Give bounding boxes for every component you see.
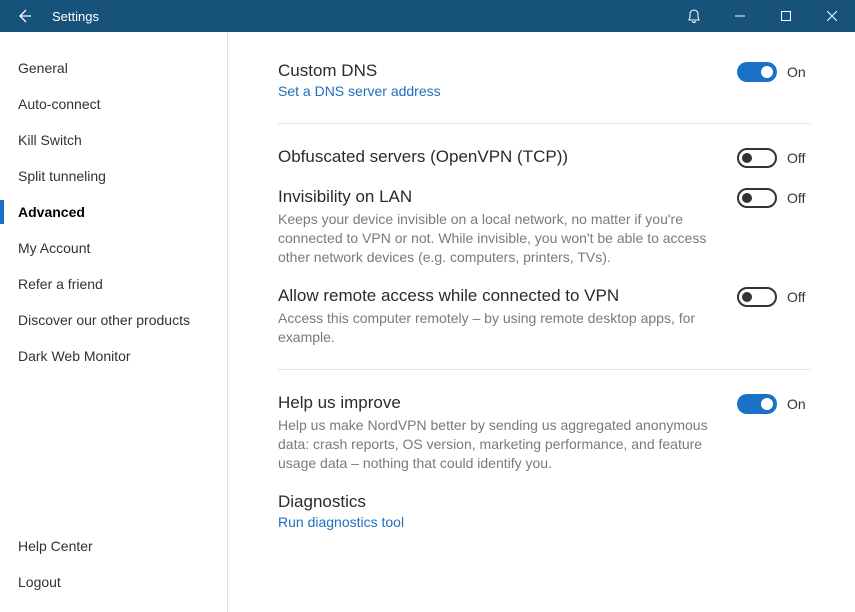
custom-dns-state: On: [787, 64, 811, 80]
separator: [278, 369, 811, 370]
invisibility-toggle[interactable]: [737, 188, 777, 208]
separator: [278, 123, 811, 124]
remote-access-title: Allow remote access while connected to V…: [278, 285, 719, 307]
sidebar-item-kill-switch[interactable]: Kill Switch: [0, 122, 227, 158]
sidebar-item-help-center[interactable]: Help Center: [0, 528, 227, 564]
help-improve-desc: Help us make NordVPN better by sending u…: [278, 416, 719, 473]
help-improve-title: Help us improve: [278, 392, 719, 414]
sidebar-footer: Help Center Logout: [0, 528, 227, 612]
obfuscated-toggle[interactable]: [737, 148, 777, 168]
minimize-button[interactable]: [717, 0, 763, 32]
invisibility-state: Off: [787, 190, 811, 206]
custom-dns-title: Custom DNS: [278, 60, 719, 82]
remote-access-toggle[interactable]: [737, 287, 777, 307]
app-body: General Auto-connect Kill Switch Split t…: [0, 32, 855, 612]
invisibility-desc: Keeps your device invisible on a local n…: [278, 210, 719, 267]
obfuscated-title: Obfuscated servers (OpenVPN (TCP)): [278, 146, 719, 168]
remote-access-desc: Access this computer remotely – by using…: [278, 309, 719, 347]
diagnostics-title: Diagnostics: [278, 491, 811, 513]
back-button[interactable]: [0, 0, 48, 32]
sidebar-item-split-tunneling[interactable]: Split tunneling: [0, 158, 227, 194]
sidebar-item-advanced[interactable]: Advanced: [0, 194, 227, 230]
custom-dns-toggle[interactable]: [737, 62, 777, 82]
help-improve-state: On: [787, 396, 811, 412]
remote-access-row: Allow remote access while connected to V…: [278, 283, 811, 349]
obfuscated-state: Off: [787, 150, 811, 166]
titlebar: Settings: [0, 0, 855, 32]
help-improve-toggle[interactable]: [737, 394, 777, 414]
close-icon: [827, 11, 837, 21]
maximize-button[interactable]: [763, 0, 809, 32]
help-improve-row: Help us improve Help us make NordVPN bet…: [278, 390, 811, 475]
bell-icon: [686, 8, 702, 24]
titlebar-controls: [671, 0, 855, 32]
minimize-icon: [735, 11, 745, 21]
close-button[interactable]: [809, 0, 855, 32]
sidebar-item-general[interactable]: General: [0, 50, 227, 86]
sidebar-item-logout[interactable]: Logout: [0, 564, 227, 600]
sidebar-item-refer-a-friend[interactable]: Refer a friend: [0, 266, 227, 302]
content-panel: Custom DNS Set a DNS server address On O…: [228, 32, 855, 612]
sidebar: General Auto-connect Kill Switch Split t…: [0, 32, 228, 612]
remote-access-state: Off: [787, 289, 811, 305]
invisibility-title: Invisibility on LAN: [278, 186, 719, 208]
set-dns-link[interactable]: Set a DNS server address: [278, 83, 441, 99]
invisibility-row: Invisibility on LAN Keeps your device in…: [278, 184, 811, 269]
diagnostics-row: Diagnostics Run diagnostics tool: [278, 489, 811, 534]
arrow-left-icon: [16, 8, 32, 24]
custom-dns-row: Custom DNS Set a DNS server address On: [278, 58, 811, 103]
notifications-button[interactable]: [671, 0, 717, 32]
obfuscated-row: Obfuscated servers (OpenVPN (TCP)) Off: [278, 144, 811, 170]
sidebar-item-my-account[interactable]: My Account: [0, 230, 227, 266]
maximize-icon: [781, 11, 791, 21]
sidebar-item-discover-products[interactable]: Discover our other products: [0, 302, 227, 338]
run-diagnostics-link[interactable]: Run diagnostics tool: [278, 514, 404, 530]
sidebar-nav: General Auto-connect Kill Switch Split t…: [0, 50, 227, 374]
sidebar-item-dark-web-monitor[interactable]: Dark Web Monitor: [0, 338, 227, 374]
sidebar-item-auto-connect[interactable]: Auto-connect: [0, 86, 227, 122]
window-title: Settings: [48, 9, 671, 24]
